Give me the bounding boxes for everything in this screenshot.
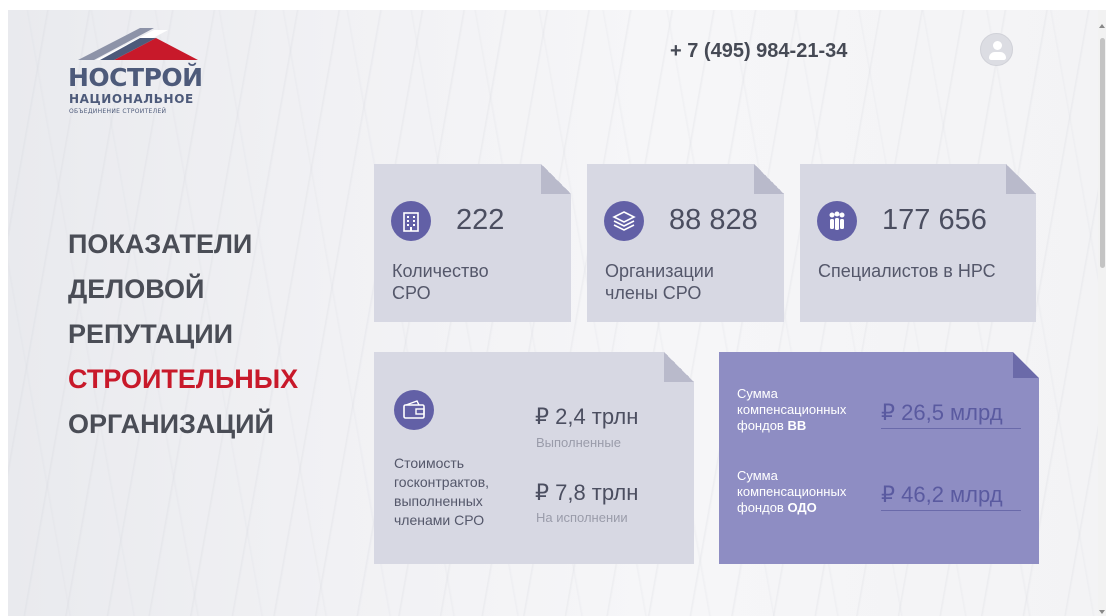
wallet-icon bbox=[394, 390, 434, 430]
headline-line-2: ДЕЛОВОЙ bbox=[68, 274, 205, 304]
headline-line-3: РЕПУТАЦИИ bbox=[68, 319, 234, 349]
scrollbar[interactable] bbox=[1098, 10, 1106, 616]
scroll-up-arrow-icon[interactable] bbox=[1099, 24, 1105, 28]
card-fold bbox=[754, 164, 784, 194]
user-icon-body bbox=[989, 52, 1006, 60]
fund-odo-label: Сумма компенсационных фондов ОДО bbox=[737, 468, 882, 516]
card-fold bbox=[1006, 164, 1036, 194]
completed-value: ₽ 2,4 трлн bbox=[535, 404, 639, 429]
stat-value: 222 bbox=[456, 204, 505, 236]
headline-line-5: ОРГАНИЗАЦИЙ bbox=[68, 409, 274, 439]
logo-title: НОСТРОЙ bbox=[68, 63, 203, 92]
logo-subtitle: НАЦИОНАЛЬНОЕ bbox=[69, 92, 194, 106]
in-progress-label: На исполнении bbox=[536, 510, 628, 525]
user-icon[interactable] bbox=[980, 33, 1013, 66]
stat-card-specialists: 177 656 Специалистов в НРС bbox=[800, 164, 1036, 322]
fund-vv-label: Сумма компенсационных фондов ВВ bbox=[737, 386, 882, 434]
user-icon-head bbox=[993, 41, 1002, 50]
in-progress-value: ₽ 7,8 трлн bbox=[535, 480, 639, 505]
headline-line-4: СТРОИТЕЛЬНЫХ bbox=[68, 364, 299, 394]
stat-label: Организации члены СРО bbox=[605, 261, 714, 303]
fund-vv-value: ₽ 26,5 млрд bbox=[881, 400, 1021, 429]
contracts-label: Стоимость госконтрактов, выполненных чле… bbox=[394, 455, 490, 528]
stat-value: 88 828 bbox=[669, 204, 758, 236]
contracts-card: Стоимость госконтрактов, выполненных чле… bbox=[374, 352, 694, 564]
page-headline: ПОКАЗАТЕЛИ ДЕЛОВОЙ РЕПУТАЦИИ СТРОИТЕЛЬНЫ… bbox=[68, 222, 298, 447]
logo[interactable]: НОСТРОЙ НАЦИОНАЛЬНОЕ ОБЪЕДИНЕНИЕ СТРОИТЕ… bbox=[68, 26, 218, 126]
fund-odo-label-bold: ОДО bbox=[787, 500, 817, 515]
layers-icon bbox=[604, 201, 644, 241]
stat-label: Количество СРО bbox=[392, 261, 489, 303]
logo-roof-icon bbox=[78, 28, 198, 60]
headline-line-1: ПОКАЗАТЕЛИ bbox=[68, 229, 253, 259]
building-icon bbox=[391, 201, 431, 241]
scroll-down-arrow-icon[interactable] bbox=[1099, 610, 1105, 614]
stat-label: Специалистов в НРС bbox=[818, 261, 996, 281]
fund-odo-value: ₽ 46,2 млрд bbox=[881, 482, 1021, 511]
fund-vv-label-bold: ВВ bbox=[787, 418, 807, 433]
stat-value: 177 656 bbox=[882, 204, 987, 236]
scroll-thumb[interactable] bbox=[1100, 38, 1105, 268]
card-fold bbox=[664, 352, 694, 382]
logo-subtitle-small: ОБЪЕДИНЕНИЕ СТРОИТЕЛЕЙ bbox=[69, 108, 167, 115]
card-fold bbox=[1013, 352, 1039, 378]
card-fold bbox=[541, 164, 571, 194]
phone-number[interactable]: + 7 (495) 984-21-34 bbox=[670, 40, 847, 63]
completed-label: Выполненные bbox=[536, 435, 621, 450]
people-icon bbox=[817, 201, 857, 241]
funds-card: Сумма компенсационных фондов ВВ ₽ 26,5 м… bbox=[719, 352, 1039, 564]
